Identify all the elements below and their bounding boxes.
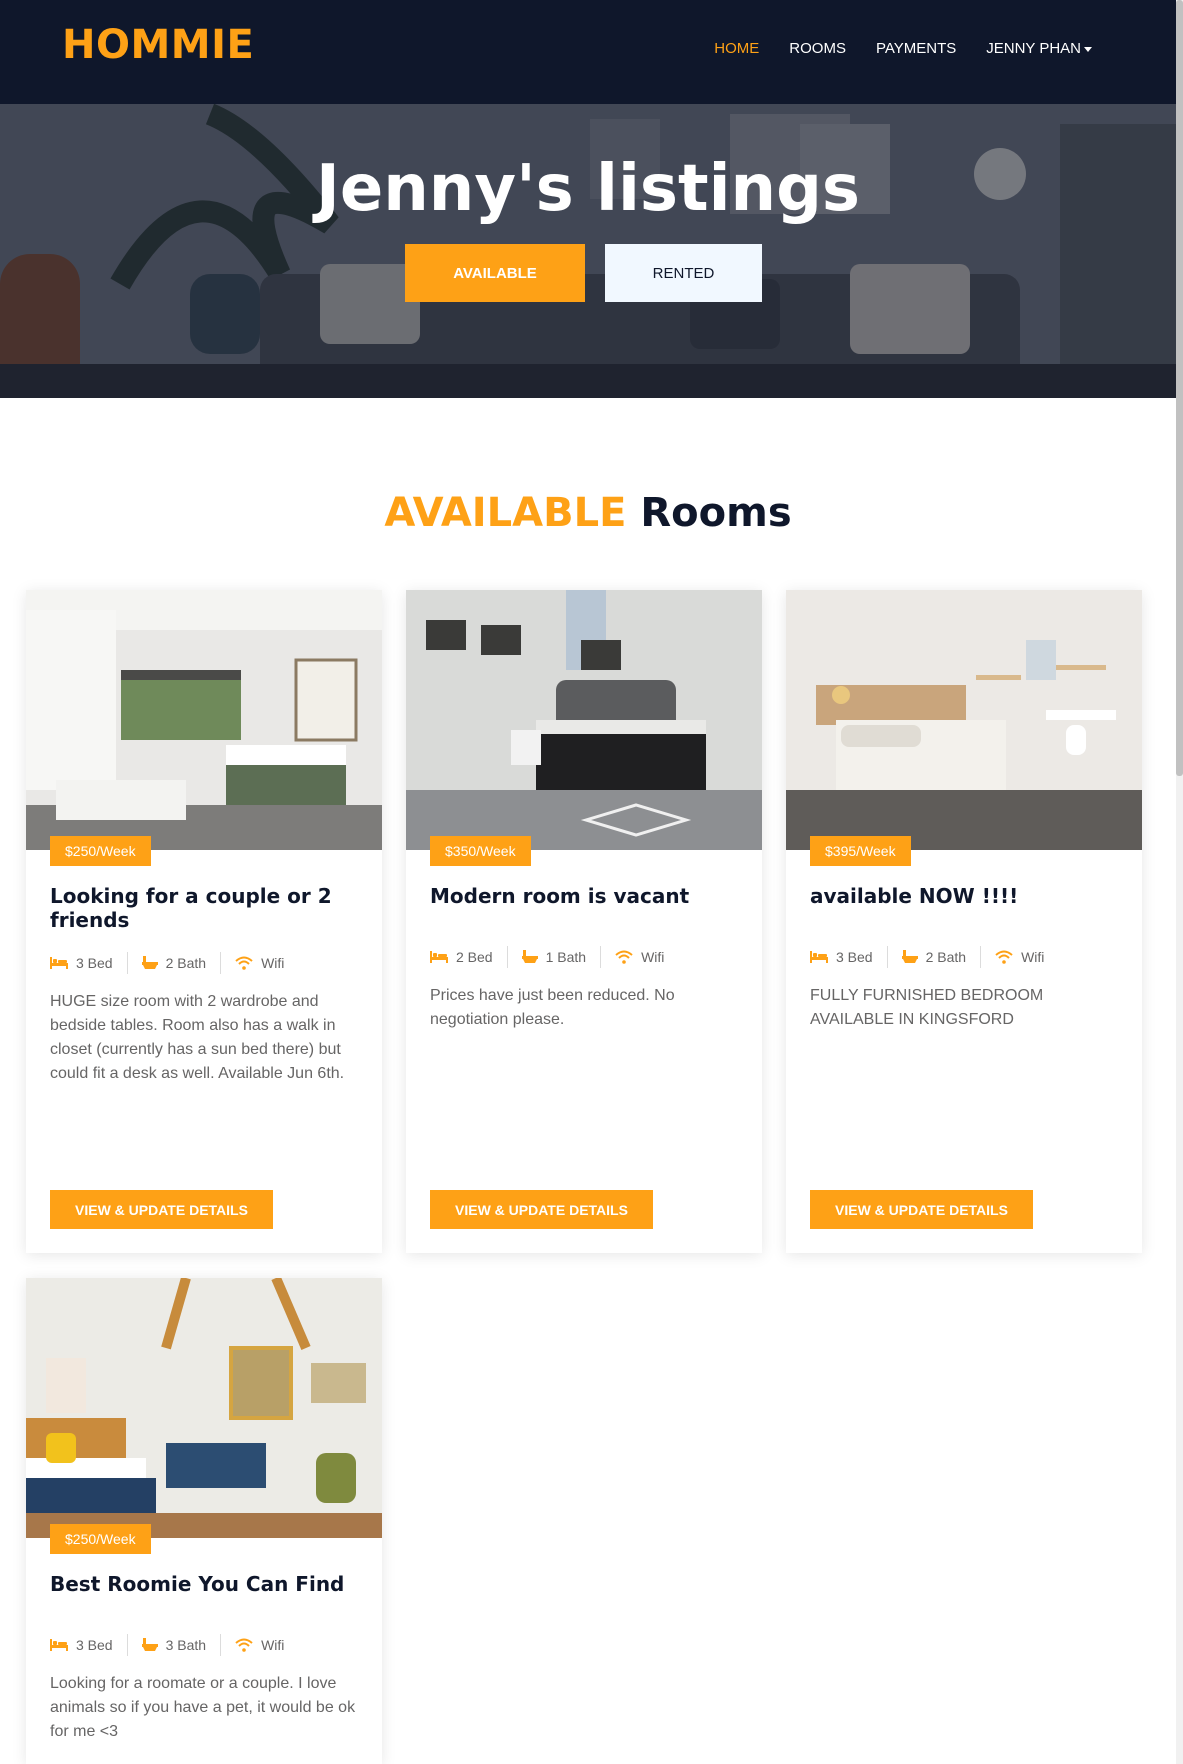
divider bbox=[980, 946, 982, 968]
divider bbox=[126, 952, 128, 974]
room-photo[interactable] bbox=[786, 590, 1142, 850]
wifi-icon bbox=[615, 950, 633, 964]
room-photo[interactable] bbox=[26, 1278, 382, 1538]
section-title-rest: Rooms bbox=[640, 490, 792, 536]
divider bbox=[600, 946, 602, 968]
page-scrollbar[interactable] bbox=[1176, 0, 1183, 1764]
feature-wifi: Wifi bbox=[235, 1637, 284, 1653]
bath-icon bbox=[521, 950, 538, 964]
baths-label: 1 Bath bbox=[545, 949, 587, 965]
feature-wifi: Wifi bbox=[995, 949, 1044, 965]
room-features: 3 Bed 2 Bath Wifi bbox=[50, 952, 358, 974]
feature-wifi: Wifi bbox=[615, 949, 664, 965]
scrollbar-thumb[interactable] bbox=[1176, 0, 1183, 776]
divider bbox=[886, 946, 888, 968]
available-button[interactable]: AVAILABLE bbox=[405, 244, 585, 302]
nav-user-dropdown[interactable]: JENNY PHAN bbox=[986, 40, 1092, 57]
feature-beds: 3 Bed bbox=[50, 1637, 113, 1653]
wifi-label: Wifi bbox=[261, 955, 285, 971]
room-photo-image bbox=[26, 1278, 382, 1538]
feature-wifi: Wifi bbox=[235, 955, 284, 971]
view-update-details-button[interactable]: VIEW & UPDATE DETAILS bbox=[810, 1190, 1033, 1229]
card-body: Looking for a couple or 2 friends 3 Bed … bbox=[26, 850, 382, 1110]
nav-payments[interactable]: PAYMENTS bbox=[876, 40, 956, 57]
beds-label: 3 Bed bbox=[76, 955, 113, 971]
nav-home[interactable]: HOME bbox=[714, 40, 759, 57]
navbar: HOMMIE HOME ROOMS PAYMENTS JENNY PHAN bbox=[0, 0, 1176, 104]
brand-logo[interactable]: HOMMIE bbox=[62, 22, 254, 68]
room-card: $250/Week Best Roomie You Can Find 3 Bed… bbox=[26, 1278, 382, 1764]
divider bbox=[220, 1634, 222, 1656]
room-card: $350/Week Modern room is vacant 2 Bed 1 … bbox=[406, 590, 762, 1253]
nav-links: HOME ROOMS PAYMENTS JENNY PHAN bbox=[714, 40, 1092, 57]
beds-label: 3 Bed bbox=[76, 1637, 113, 1653]
hero-banner: Jenny's listings AVAILABLE RENTED bbox=[0, 104, 1176, 398]
bath-icon bbox=[141, 1638, 158, 1652]
nav-rooms[interactable]: ROOMS bbox=[789, 40, 846, 57]
room-title: Looking for a couple or 2 friends bbox=[50, 884, 332, 932]
room-features: 2 Bed 1 Bath Wifi bbox=[430, 946, 738, 968]
divider bbox=[506, 946, 508, 968]
divider bbox=[126, 1634, 128, 1656]
price-badge: $250/Week bbox=[50, 836, 151, 866]
card-body: Modern room is vacant 2 Bed 1 Bath Wifi … bbox=[406, 850, 762, 1056]
feature-beds: 3 Bed bbox=[50, 955, 113, 971]
wifi-label: Wifi bbox=[641, 949, 665, 965]
room-photo[interactable] bbox=[406, 590, 762, 850]
feature-beds: 2 Bed bbox=[430, 949, 493, 965]
feature-baths: 1 Bath bbox=[521, 949, 587, 965]
section-title: AVAILABLE Rooms bbox=[0, 490, 1176, 536]
feature-baths: 2 Bath bbox=[141, 955, 207, 971]
room-description: Prices have just been reduced. No negoti… bbox=[430, 987, 675, 1028]
card-body: Best Roomie You Can Find 3 Bed 3 Bath Wi… bbox=[26, 1538, 382, 1764]
room-photo[interactable] bbox=[26, 590, 382, 850]
card-body: available NOW !!!! 3 Bed 2 Bath Wifi FUL… bbox=[786, 850, 1142, 1056]
room-photo-image bbox=[406, 590, 762, 850]
wifi-icon bbox=[995, 950, 1013, 964]
room-description: FULLY FURNISHED BEDROOM AVAILABLE IN KIN… bbox=[810, 987, 1044, 1028]
bed-icon bbox=[430, 951, 448, 963]
room-title: Best Roomie You Can Find bbox=[50, 1572, 345, 1596]
feature-baths: 2 Bath bbox=[901, 949, 967, 965]
baths-label: 3 Bath bbox=[165, 1637, 207, 1653]
bed-icon bbox=[50, 957, 68, 969]
room-title: available NOW !!!! bbox=[810, 884, 1019, 908]
room-photo-image bbox=[786, 590, 1142, 850]
bath-icon bbox=[141, 956, 158, 970]
price-badge: $350/Week bbox=[430, 836, 531, 866]
price-badge: $250/Week bbox=[50, 1524, 151, 1554]
wifi-label: Wifi bbox=[261, 1637, 285, 1653]
room-features: 3 Bed 2 Bath Wifi bbox=[810, 946, 1118, 968]
bath-icon bbox=[901, 950, 918, 964]
room-card: $395/Week available NOW !!!! 3 Bed 2 Bat… bbox=[786, 590, 1142, 1253]
beds-label: 2 Bed bbox=[456, 949, 493, 965]
rented-button[interactable]: RENTED bbox=[605, 244, 762, 302]
feature-beds: 3 Bed bbox=[810, 949, 873, 965]
room-title: Modern room is vacant bbox=[430, 884, 690, 908]
price-badge: $395/Week bbox=[810, 836, 911, 866]
page-title: Jenny's listings bbox=[316, 152, 860, 226]
room-description: Looking for a roomate or a couple. I lov… bbox=[50, 1675, 356, 1740]
wifi-label: Wifi bbox=[1021, 949, 1045, 965]
wifi-icon bbox=[235, 1638, 253, 1652]
listing-filter-buttons: AVAILABLE RENTED bbox=[405, 244, 762, 302]
bed-icon bbox=[50, 1639, 68, 1651]
caret-down-icon bbox=[1084, 46, 1092, 52]
section-title-accent: AVAILABLE bbox=[384, 490, 627, 536]
room-features: 3 Bed 3 Bath Wifi bbox=[50, 1634, 358, 1656]
feature-baths: 3 Bath bbox=[141, 1637, 207, 1653]
view-update-details-button[interactable]: VIEW & UPDATE DETAILS bbox=[50, 1190, 273, 1229]
bed-icon bbox=[810, 951, 828, 963]
room-photo-image bbox=[26, 590, 382, 850]
baths-label: 2 Bath bbox=[925, 949, 967, 965]
room-card: $250/Week Looking for a couple or 2 frie… bbox=[26, 590, 382, 1253]
view-update-details-button[interactable]: VIEW & UPDATE DETAILS bbox=[430, 1190, 653, 1229]
wifi-icon bbox=[235, 956, 253, 970]
divider bbox=[220, 952, 222, 974]
user-name: JENNY PHAN bbox=[986, 40, 1081, 57]
beds-label: 3 Bed bbox=[836, 949, 873, 965]
room-description: HUGE size room with 2 wardrobe and bedsi… bbox=[50, 993, 345, 1082]
baths-label: 2 Bath bbox=[165, 955, 207, 971]
